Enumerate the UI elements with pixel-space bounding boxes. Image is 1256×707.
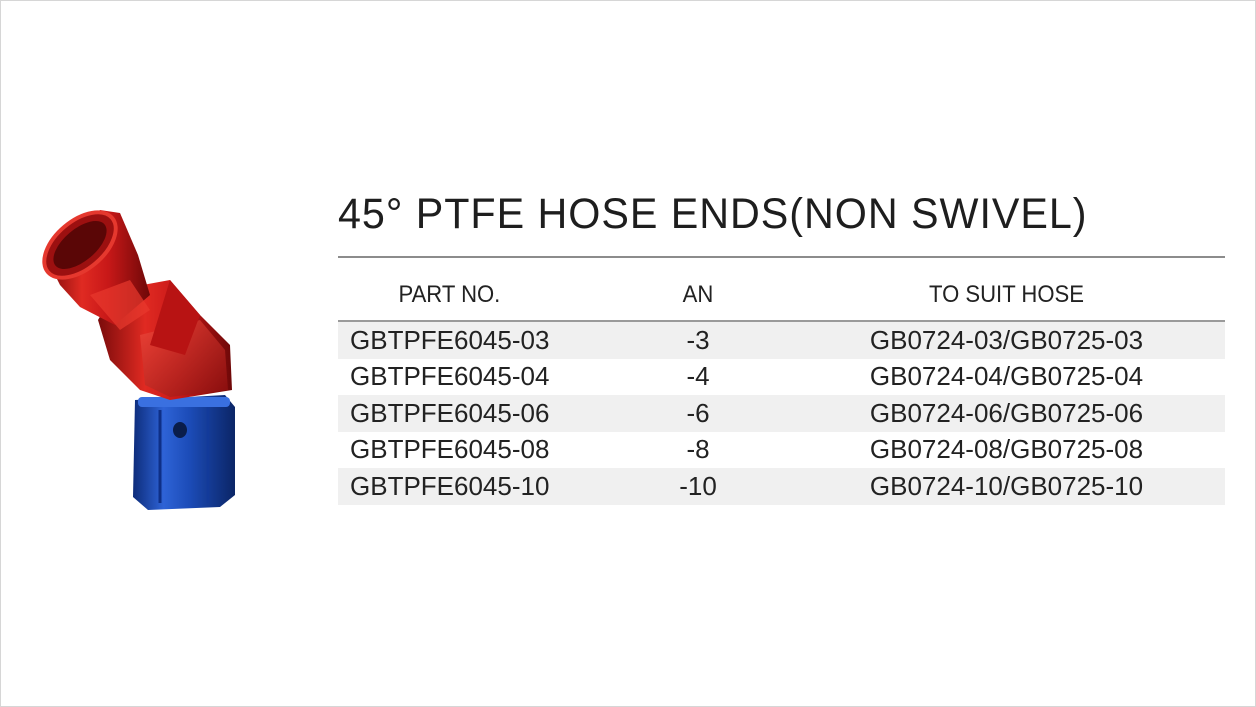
- table-header-row: PART NO. AN TO SUIT HOSE: [338, 270, 1225, 322]
- table-row: GBTPFE6045-06 -6 GB0724-06/GB0725-06: [338, 395, 1225, 432]
- cell-an: -10: [679, 470, 717, 501]
- table-row: GBTPFE6045-08 -8 GB0724-08/GB0725-08: [338, 431, 1225, 468]
- cell-an: -4: [686, 361, 710, 392]
- cell-to-suit-hose: GB0724-06/GB0725-06: [869, 397, 1144, 428]
- cell-an: -8: [686, 434, 710, 465]
- parts-table: PART NO. AN TO SUIT HOSE GBTPFE6045-03 -…: [338, 270, 1225, 505]
- page-title: 45° PTFE HOSE ENDS(NON SWIVEL): [338, 190, 1088, 238]
- title-divider: [338, 256, 1225, 258]
- cell-an: -6: [686, 397, 710, 428]
- hose-end-fitting-image: [42, 210, 235, 510]
- table-body: GBTPFE6045-03 -3 GB0724-03/GB0725-03 GBT…: [338, 322, 1225, 505]
- cell-part-no: GBTPFE6045-04: [350, 361, 550, 392]
- header-to-suit-hose: TO SUIT HOSE: [928, 281, 1084, 308]
- cell-to-suit-hose: GB0724-03/GB0725-03: [869, 324, 1144, 355]
- table-row: GBTPFE6045-10 -10 GB0724-10/GB0725-10: [338, 468, 1225, 505]
- cell-part-no: GBTPFE6045-03: [350, 324, 550, 355]
- cell-to-suit-hose: GB0724-10/GB0725-10: [869, 470, 1144, 501]
- cell-part-no: GBTPFE6045-08: [350, 434, 550, 465]
- cell-an: -3: [686, 324, 710, 355]
- cell-to-suit-hose: GB0724-08/GB0725-08: [869, 434, 1144, 465]
- cell-to-suit-hose: GB0724-04/GB0725-04: [869, 361, 1144, 392]
- header-an: AN: [682, 281, 714, 308]
- header-part-no: PART NO.: [398, 281, 501, 308]
- table-row: GBTPFE6045-03 -3 GB0724-03/GB0725-03: [338, 322, 1225, 359]
- cell-part-no: GBTPFE6045-10: [350, 470, 550, 501]
- cell-part-no: GBTPFE6045-06: [350, 397, 550, 428]
- table-row: GBTPFE6045-04 -4 GB0724-04/GB0725-04: [338, 358, 1225, 395]
